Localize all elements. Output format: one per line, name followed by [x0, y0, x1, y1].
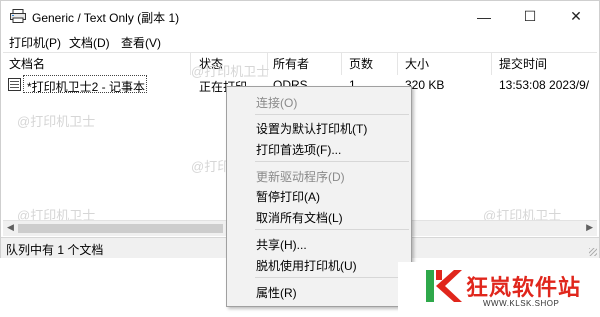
site-logo: 狂岚软件站 WWW.KLSK.SHOP — [398, 262, 600, 317]
k-logo-icon — [426, 270, 462, 302]
queue-status: 队列中有 1 个文档 — [6, 243, 104, 257]
document-icon — [8, 78, 21, 91]
menu-bar: 打印机(P) 文档(D) 查看(V) — [1, 32, 599, 52]
menu-item-label: 打印首选项(F)... — [256, 143, 342, 157]
watermark-text: @打印机卫士 — [17, 114, 96, 129]
menu-view[interactable]: 查看(V) — [121, 34, 161, 51]
minimize-button[interactable]: — — [461, 1, 507, 32]
menu-item-connect: 连接(O) — [227, 91, 411, 111]
column-divider[interactable] — [397, 53, 398, 75]
menu-item-preferences[interactable]: 打印首选项(F)... — [227, 138, 411, 158]
title-bar[interactable]: Generic / Text Only (副本 1) — ☐ ✕ — [1, 1, 599, 32]
menu-item-label: 共享(H)... — [256, 238, 307, 252]
column-header-owner[interactable]: 所有者 — [273, 55, 309, 72]
menu-separator — [255, 114, 409, 115]
scroll-left-icon[interactable]: ◀ — [7, 222, 14, 233]
menu-separator — [255, 229, 409, 230]
column-divider[interactable] — [341, 53, 342, 75]
menu-item-cancel-all[interactable]: 取消所有文档(L) — [227, 206, 411, 226]
menu-item-update-driver: 更新驱动程序(D) — [227, 165, 411, 185]
printer-icon — [10, 9, 26, 23]
cell-submitted: 13:53:08 2023/9/ — [499, 78, 590, 92]
cell-document-name: *打印机卫士2 - 记事本 — [27, 80, 146, 94]
scrollbar-thumb[interactable] — [18, 224, 223, 233]
menu-printer[interactable]: 打印机(P) — [9, 34, 61, 51]
menu-separator — [255, 161, 409, 162]
watermark-text: @打印机卫士 — [191, 64, 270, 79]
menu-item-properties[interactable]: 属性(R) — [227, 281, 411, 301]
menu-item-label: 属性(R) — [256, 286, 297, 300]
resize-grip-icon[interactable] — [589, 248, 597, 256]
window-title: Generic / Text Only (副本 1) — [32, 11, 180, 25]
column-header-pages[interactable]: 页数 — [349, 55, 373, 72]
menu-item-label: 暂停打印(A) — [256, 190, 320, 204]
menu-separator — [255, 277, 409, 278]
column-header-name[interactable]: 文档名 — [9, 55, 45, 72]
context-menu: 连接(O) 设置为默认打印机(T) 打印首选项(F)... 更新驱动程序(D) … — [226, 86, 412, 307]
menu-item-label: 更新驱动程序(D) — [256, 170, 345, 184]
column-divider[interactable] — [491, 53, 492, 75]
menu-item-label: 脱机使用打印机(U) — [256, 259, 357, 273]
close-button[interactable]: ✕ — [553, 1, 599, 32]
column-header-submitted[interactable]: 提交时间 — [499, 55, 547, 72]
menu-item-use-offline[interactable]: 脱机使用打印机(U) — [227, 254, 411, 274]
scroll-right-icon[interactable]: ▶ — [586, 222, 593, 233]
menu-item-share[interactable]: 共享(H)... — [227, 233, 411, 253]
logo-url: WWW.KLSK.SHOP — [483, 299, 560, 308]
menu-item-set-default[interactable]: 设置为默认打印机(T) — [227, 117, 411, 137]
menu-document[interactable]: 文档(D) — [69, 34, 110, 51]
menu-item-label: 连接(O) — [256, 96, 298, 110]
menu-item-label: 取消所有文档(L) — [256, 211, 343, 225]
maximize-button[interactable]: ☐ — [507, 1, 553, 32]
logo-text: 狂岚软件站 — [466, 275, 582, 300]
menu-item-label: 设置为默认打印机(T) — [256, 122, 368, 136]
menu-item-pause[interactable]: 暂停打印(A) — [227, 185, 411, 205]
column-header-size[interactable]: 大小 — [405, 55, 429, 72]
